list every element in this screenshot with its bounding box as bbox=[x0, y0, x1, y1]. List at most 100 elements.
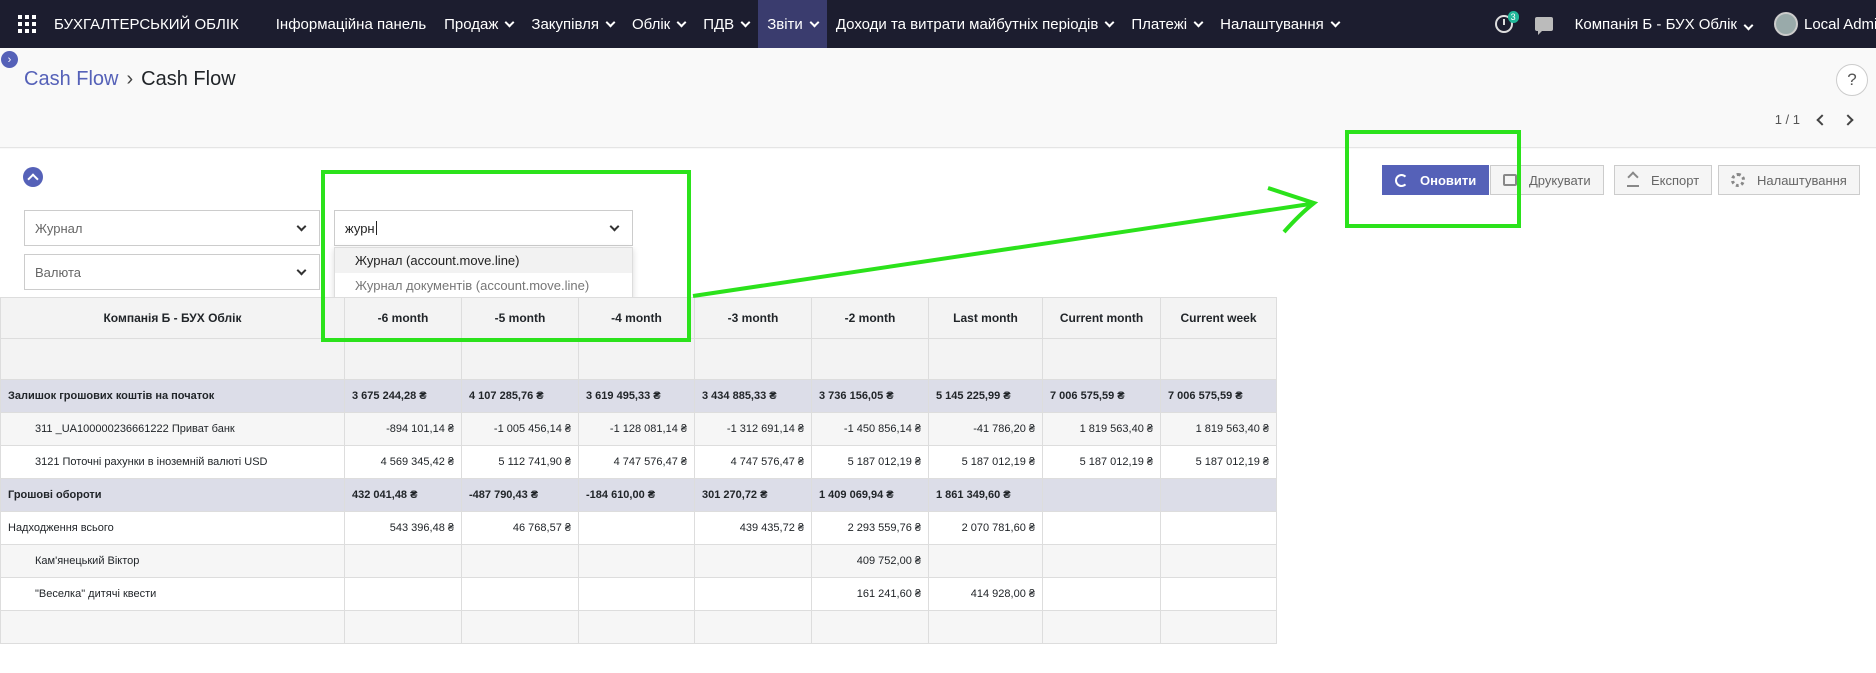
collapse-filters-icon[interactable] bbox=[23, 167, 43, 187]
table-cell: 7 006 575,59 ₴ bbox=[1160, 379, 1277, 413]
column-header[interactable]: -3 month bbox=[694, 297, 812, 339]
table-row[interactable]: Надходження всього 543 396,48 ₴ 46 768,57 … bbox=[0, 511, 1277, 545]
table-cell bbox=[578, 577, 695, 611]
menu-item-6[interactable]: Доходи та витрати майбутніх періодів bbox=[827, 0, 1123, 48]
table-subheader-cell bbox=[811, 338, 929, 380]
messages-icon[interactable] bbox=[1534, 17, 1553, 35]
menu-item-3[interactable]: Облік bbox=[623, 0, 694, 48]
table-cell: 432 041,48 ₴ bbox=[344, 478, 462, 512]
table-cell bbox=[1042, 478, 1161, 512]
menu-item-0[interactable]: Інформаційна панель bbox=[267, 0, 435, 48]
column-header[interactable]: Current month bbox=[1042, 297, 1161, 339]
table-cell: 5 187 012,19 ₴ bbox=[811, 445, 929, 479]
navbar-systray: 3 Компанія Б - БУХ Облік Local Admin bbox=[1494, 0, 1876, 48]
chevron-down-icon bbox=[504, 17, 515, 27]
table-subheader-cell bbox=[694, 338, 812, 380]
table-cell bbox=[344, 610, 462, 644]
row-label: Надходження всього bbox=[0, 511, 345, 545]
menu-item-4[interactable]: ПДВ bbox=[694, 0, 758, 48]
menu-item-5[interactable]: Звіти bbox=[758, 0, 827, 48]
table-cell bbox=[1160, 478, 1277, 512]
table-cell: 2 070 781,60 ₴ bbox=[928, 511, 1043, 545]
breadcrumb-link-cash-flow[interactable]: Cash Flow bbox=[24, 68, 118, 91]
table-cell: 46 768,57 ₴ bbox=[461, 511, 579, 545]
table-cell bbox=[578, 544, 695, 578]
sidebar-toggle-icon[interactable]: › bbox=[1, 51, 18, 68]
table-cell: 5 145 225,99 ₴ bbox=[928, 379, 1043, 413]
column-header[interactable]: -2 month bbox=[811, 297, 929, 339]
table-row[interactable]: Залишок грошових коштів на початок 3 675 … bbox=[0, 379, 1277, 413]
table-subheader-cell bbox=[1042, 338, 1161, 380]
export-button[interactable]: Експорт bbox=[1614, 165, 1713, 195]
help-button[interactable]: ? bbox=[1836, 64, 1868, 96]
table-cell bbox=[928, 610, 1043, 644]
settings-button[interactable]: Налаштування bbox=[1718, 165, 1860, 195]
menu-item-8[interactable]: Налаштування bbox=[1211, 0, 1348, 48]
table-cell bbox=[461, 577, 579, 611]
chevron-down-icon bbox=[1104, 17, 1115, 27]
app-brand[interactable]: БУХГАЛТЕРСЬКИЙ ОБЛІК bbox=[54, 16, 239, 33]
table-subheader-row bbox=[0, 338, 1277, 380]
table-row[interactable]: Кам'янецький Віктор 409 752,00 ₴ bbox=[0, 544, 1277, 578]
control-panel: › Cash Flow › Cash Flow ? 1 / 1 bbox=[0, 48, 1876, 148]
table-cell: -41 786,20 ₴ bbox=[928, 412, 1043, 446]
annotation-highlight-refresh bbox=[1345, 130, 1521, 228]
table-row[interactable]: 311 _UA100000236661222 Приват банк -894 1… bbox=[0, 412, 1277, 446]
table-cell: 3 434 885,33 ₴ bbox=[694, 379, 812, 413]
company-name: Компанія Б - БУХ Облік bbox=[1574, 15, 1737, 33]
export-label: Експорт bbox=[1651, 172, 1700, 188]
table-cell: -1 128 081,14 ₴ bbox=[578, 412, 695, 446]
menu-item-7[interactable]: Платежі bbox=[1122, 0, 1211, 48]
table-subheader-cell bbox=[461, 338, 579, 380]
table-cell: 7 006 575,59 ₴ bbox=[1042, 379, 1161, 413]
chevron-down-icon bbox=[296, 221, 307, 232]
pager-next-icon[interactable] bbox=[1842, 113, 1854, 126]
pager-previous-icon[interactable] bbox=[1816, 113, 1828, 126]
table-cell bbox=[694, 544, 812, 578]
menu-item-label: Закупівля bbox=[531, 15, 599, 33]
table-row[interactable] bbox=[0, 610, 1277, 644]
table-cell: 3 675 244,28 ₴ bbox=[344, 379, 462, 413]
table-cell: 161 241,60 ₴ bbox=[811, 577, 929, 611]
table-corner-header: Компанія Б - БУХ Облік bbox=[0, 297, 345, 339]
table-cell: 4 569 345,42 ₴ bbox=[344, 445, 462, 479]
pager-value[interactable]: 1 / 1 bbox=[1775, 112, 1800, 127]
menu-item-2[interactable]: Закупівля bbox=[522, 0, 623, 48]
table-cell bbox=[1042, 610, 1161, 644]
table-subheader-cell bbox=[1160, 338, 1277, 380]
table-row[interactable]: Грошові обороти 432 041,48 ₴ -487 790,43 ₴… bbox=[0, 478, 1277, 512]
menu-item-label: Налаштування bbox=[1220, 15, 1324, 33]
table-cell bbox=[344, 577, 462, 611]
apps-menu-icon[interactable] bbox=[0, 0, 54, 48]
chevron-down-icon bbox=[1743, 20, 1754, 30]
table-cell: 409 752,00 ₴ bbox=[811, 544, 929, 578]
currency-select[interactable]: Валюта bbox=[24, 254, 320, 290]
activity-clock-icon[interactable]: 3 bbox=[1494, 11, 1519, 33]
gear-icon bbox=[1731, 173, 1745, 187]
chevron-down-icon bbox=[605, 17, 616, 27]
table-cell bbox=[1042, 511, 1161, 545]
user-avatar[interactable] bbox=[1774, 12, 1798, 36]
column-header[interactable]: Last month bbox=[928, 297, 1043, 339]
menu-item-1[interactable]: Продаж bbox=[435, 0, 522, 48]
company-switcher[interactable]: Компанія Б - БУХ Облік bbox=[1574, 15, 1754, 33]
user-menu[interactable]: Local Admin bbox=[1804, 16, 1876, 33]
journal-select[interactable]: Журнал bbox=[24, 210, 320, 246]
table-subheader-cell bbox=[578, 338, 695, 380]
annotation-highlight-groupby bbox=[321, 170, 691, 342]
top-navbar: БУХГАЛТЕРСЬКИЙ ОБЛІК Інформаційна панель… bbox=[0, 0, 1876, 48]
table-cell: 543 396,48 ₴ bbox=[344, 511, 462, 545]
table-row[interactable]: 3121 Поточні рахунки в іноземній валюті … bbox=[0, 445, 1277, 479]
table-cell bbox=[461, 610, 579, 644]
column-header[interactable]: Current week bbox=[1160, 297, 1277, 339]
table-cell: 439 435,72 ₴ bbox=[694, 511, 812, 545]
table-cell: 2 293 559,76 ₴ bbox=[811, 511, 929, 545]
chevron-down-icon bbox=[740, 17, 751, 27]
menu-item-label: Інформаційна панель bbox=[275, 15, 427, 33]
table-cell bbox=[1160, 544, 1277, 578]
menu-item-label: Продаж bbox=[444, 15, 499, 33]
table-cell bbox=[694, 577, 812, 611]
table-cell: 1 409 069,94 ₴ bbox=[811, 478, 929, 512]
table-body: Залишок грошових коштів на початок 3 675 … bbox=[0, 379, 1277, 644]
table-row[interactable]: "Веселка" дитячі квести 161 241,60 ₴ 414 9… bbox=[0, 577, 1277, 611]
